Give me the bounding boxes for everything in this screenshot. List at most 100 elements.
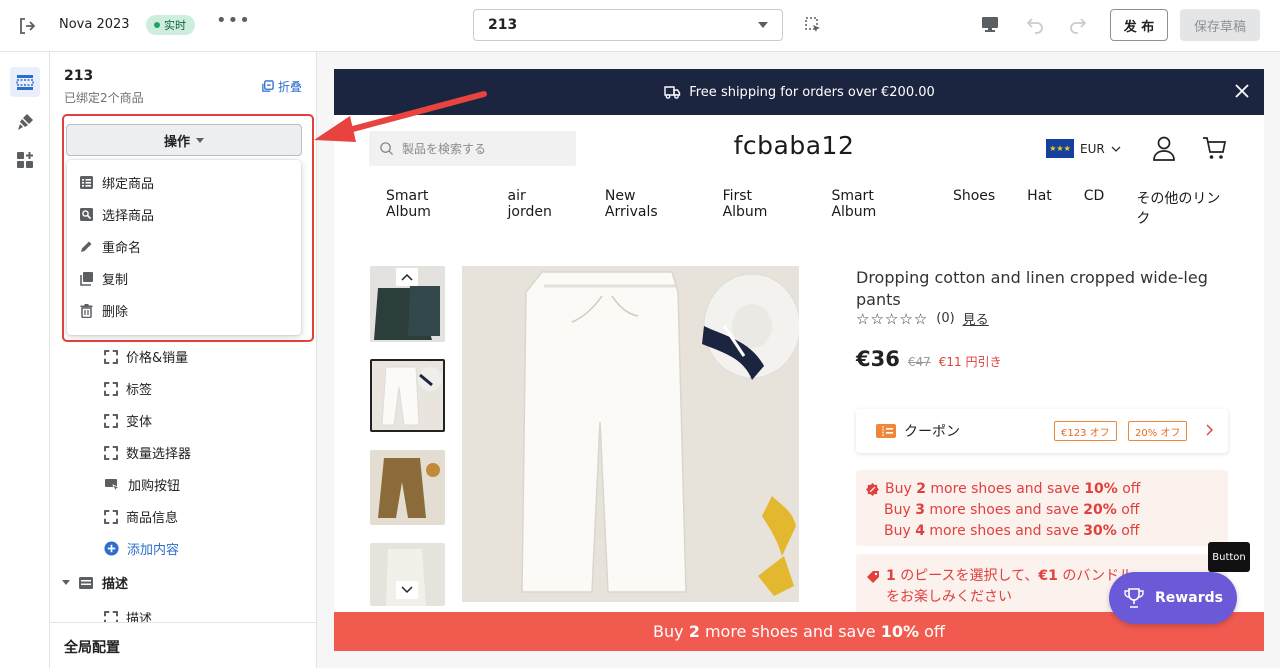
nav-link[interactable]: CD — [1084, 188, 1105, 228]
product-main-image[interactable] — [462, 266, 799, 602]
sections-icon[interactable] — [10, 67, 40, 97]
cart-button-icon — [105, 478, 120, 492]
top-bar: Nova 2023 实时 ••• 213 发 布 保存草稿 — [0, 0, 1280, 52]
operation-button[interactable]: 操作 — [66, 124, 302, 156]
page-select-value: 213 — [488, 17, 518, 33]
store-nav: Smart Album air jorden New Arrivals Firs… — [386, 188, 1264, 228]
price-discount: €11 円引き — [938, 355, 1002, 369]
chevron-down-icon — [1111, 146, 1121, 152]
tree-item-price-sales[interactable]: 价格&销量 — [104, 347, 188, 366]
thumbnail-scroll-down[interactable] — [396, 581, 418, 599]
menu-item-bind-product[interactable]: 绑定商品 — [67, 166, 301, 198]
nav-link[interactable]: Shoes — [953, 188, 995, 228]
nav-link[interactable]: Smart Album — [831, 188, 920, 228]
nav-link[interactable]: New Arrivals — [605, 188, 691, 228]
promo-text: Buy — [885, 481, 917, 497]
menu-item-rename[interactable]: 重命名 — [67, 230, 301, 262]
frame-icon — [104, 349, 118, 364]
close-icon[interactable] — [1234, 83, 1250, 99]
tree-item-tags[interactable]: 标签 — [104, 379, 152, 398]
rewards-button[interactable]: Rewards — [1109, 572, 1237, 624]
inspect-icon[interactable] — [804, 16, 822, 34]
trash-icon — [80, 303, 93, 318]
menu-item-label: 重命名 — [102, 240, 142, 256]
duplicate-icon — [80, 271, 93, 286]
pencil-icon — [81, 241, 92, 252]
thumbnail-3[interactable] — [370, 450, 445, 525]
page-select[interactable]: 213 — [473, 9, 783, 41]
panel-subtitle: 已绑定2个商品 — [64, 91, 144, 105]
product-price: €36 €47 €11 円引き — [856, 347, 1001, 371]
thumbnail-scroll-up[interactable] — [396, 268, 418, 286]
currency-selector[interactable]: ★★★ EUR — [1046, 139, 1121, 158]
status-badge: 实时 — [146, 15, 195, 35]
promo-text: off — [1117, 481, 1141, 497]
plus-circle-icon — [104, 541, 119, 556]
rewards-label: Rewards — [1155, 590, 1223, 606]
coupon-bar[interactable]: クーポン €123 オフ 20% オフ — [856, 409, 1228, 453]
tree-section-description[interactable]: 描述 — [62, 573, 128, 592]
announcement-text: Free shipping for orders over €200.00 — [689, 84, 935, 100]
thumbnail-strip — [370, 266, 445, 606]
promo-qty: 4 — [915, 523, 925, 539]
menu-item-label: 绑定商品 — [102, 176, 155, 192]
exit-icon[interactable] — [17, 16, 37, 36]
tree-item-label: 变体 — [126, 415, 153, 430]
save-draft-button[interactable]: 保存草稿 — [1180, 9, 1260, 41]
menu-item-select-product[interactable]: 选择商品 — [67, 198, 301, 230]
tree-item-quantity-selector[interactable]: 数量选择器 — [104, 443, 191, 462]
nav-link[interactable]: その他のリンク — [1136, 188, 1232, 228]
store-logo[interactable]: fcbaba12 — [714, 131, 874, 160]
add-content-button[interactable]: 添加内容 — [104, 539, 179, 558]
nav-link[interactable]: First Album — [723, 188, 800, 228]
menu-item-label: 删除 — [102, 304, 129, 320]
promo-text: more shoes and save — [924, 523, 1084, 539]
nav-link[interactable]: Hat — [1027, 188, 1052, 228]
tree-section-label: 描述 — [102, 577, 129, 592]
nav-link[interactable]: Smart Album — [386, 188, 475, 228]
collapse-button[interactable]: 折叠 — [261, 78, 302, 95]
menu-item-delete[interactable]: 删除 — [67, 294, 301, 326]
promo-text: off — [919, 622, 945, 641]
global-config[interactable]: 全局配置 — [50, 622, 316, 668]
nav-link[interactable]: air jorden — [507, 188, 572, 228]
tree-item-variants[interactable]: 变体 — [104, 411, 152, 430]
frame-icon — [104, 509, 118, 524]
frame-icon — [104, 445, 118, 460]
menu-item-label: 选择商品 — [102, 208, 155, 224]
tree-item-add-to-cart[interactable]: 加购按钮 — [104, 475, 180, 494]
desktop-view-icon[interactable] — [980, 14, 1000, 34]
thumbnail-2[interactable] — [370, 359, 445, 432]
promo-text: Buy — [884, 523, 916, 539]
chevron-down-icon — [758, 22, 768, 28]
apps-icon[interactable] — [10, 145, 40, 175]
button-tooltip: Button — [1208, 542, 1250, 572]
add-content-label: 添加内容 — [127, 543, 180, 558]
promo-pct: 10% — [1084, 481, 1118, 497]
theme-style-icon[interactable] — [10, 107, 40, 137]
section-icon — [79, 576, 93, 589]
more-options-button[interactable]: ••• — [216, 12, 250, 34]
promo-qty: 3 — [915, 502, 925, 518]
menu-item-duplicate[interactable]: 复制 — [67, 262, 301, 294]
undo-icon[interactable] — [1025, 14, 1045, 34]
caret-down-icon — [62, 580, 70, 585]
promo-text: more shoes and save — [924, 502, 1084, 518]
account-icon[interactable] — [1152, 135, 1176, 161]
search-placeholder: 製品を検索する — [402, 142, 487, 156]
coupon-tag[interactable]: €123 オフ — [1054, 421, 1117, 441]
frame-icon — [104, 413, 118, 428]
discount-tier: Buy 4 more shoes and save 30% off — [866, 521, 1218, 542]
store-name: Nova 2023 — [59, 17, 130, 32]
publish-button[interactable]: 发 布 — [1110, 9, 1168, 41]
promo-pct: 10% — [880, 622, 920, 641]
cart-icon[interactable] — [1202, 135, 1226, 161]
volume-discount-box: Buy 2 more shoes and save 10% off Buy 3 … — [856, 470, 1228, 546]
see-reviews-link[interactable]: 見る — [963, 309, 989, 328]
tree-item-product-info[interactable]: 商品信息 — [104, 507, 178, 526]
store-search-input[interactable]: 製品を検索する — [369, 131, 576, 166]
currency-label: EUR — [1080, 141, 1105, 156]
redo-icon[interactable] — [1068, 14, 1088, 34]
coupon-tag[interactable]: 20% オフ — [1128, 421, 1188, 441]
promo-text: off — [1116, 523, 1140, 539]
